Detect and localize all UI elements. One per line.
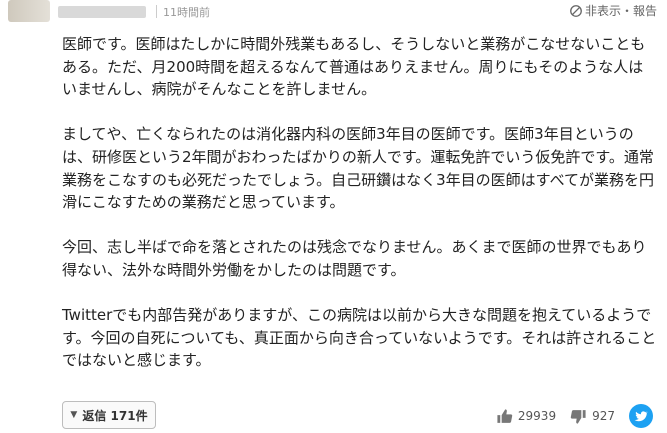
reply-count-label: 返信 171件 — [82, 408, 148, 423]
caret-down-icon: ▼ — [70, 410, 78, 420]
comment-paragraph: 今回、志し半ばで命を落とされたのは残念でなりません。あくまで医師の世界でもあり得… — [62, 238, 647, 279]
avatar[interactable] — [8, 0, 50, 22]
thumbs-up-icon — [497, 408, 513, 423]
dislike-count: 927 — [592, 409, 615, 423]
thumbs-down-icon — [570, 409, 586, 424]
username-blurred[interactable] — [58, 6, 146, 18]
hide-report-link[interactable]: 非表示・報告 — [569, 2, 657, 19]
divider — [156, 5, 157, 18]
comment-paragraph: ましてや、亡くなられたのは消化器内科の医師3年目の医師です。医師3年目というのは… — [62, 125, 654, 212]
like-count: 29939 — [517, 409, 557, 423]
like-button[interactable]: 29939 — [496, 408, 556, 425]
comment-actions: 29939 927 — [496, 404, 653, 428]
comment-header: 11時間前 非表示・報告 — [0, 0, 667, 24]
comment-paragraph: 医師です。医師はたしかに時間外残業もあるし、そうしないと業務がこなせないこともあ… — [62, 35, 646, 99]
comment-paragraph: Twitterでも内部告発がありますが、この病院は以前から大きな問題を抱えている… — [62, 306, 657, 370]
comment-body: 医師です。医師はたしかに時間外残業もあるし、そうしないと業務がこなせないこともあ… — [62, 33, 658, 372]
block-icon — [570, 4, 582, 17]
twitter-share-button[interactable] — [629, 404, 653, 428]
twitter-icon — [634, 411, 648, 422]
dislike-button[interactable]: 927 — [570, 408, 615, 425]
reply-toggle-button[interactable]: ▼ 返信 171件 — [62, 401, 156, 429]
post-time: 11時間前 — [163, 6, 210, 19]
hide-report-label: 非表示・報告 — [584, 4, 657, 18]
